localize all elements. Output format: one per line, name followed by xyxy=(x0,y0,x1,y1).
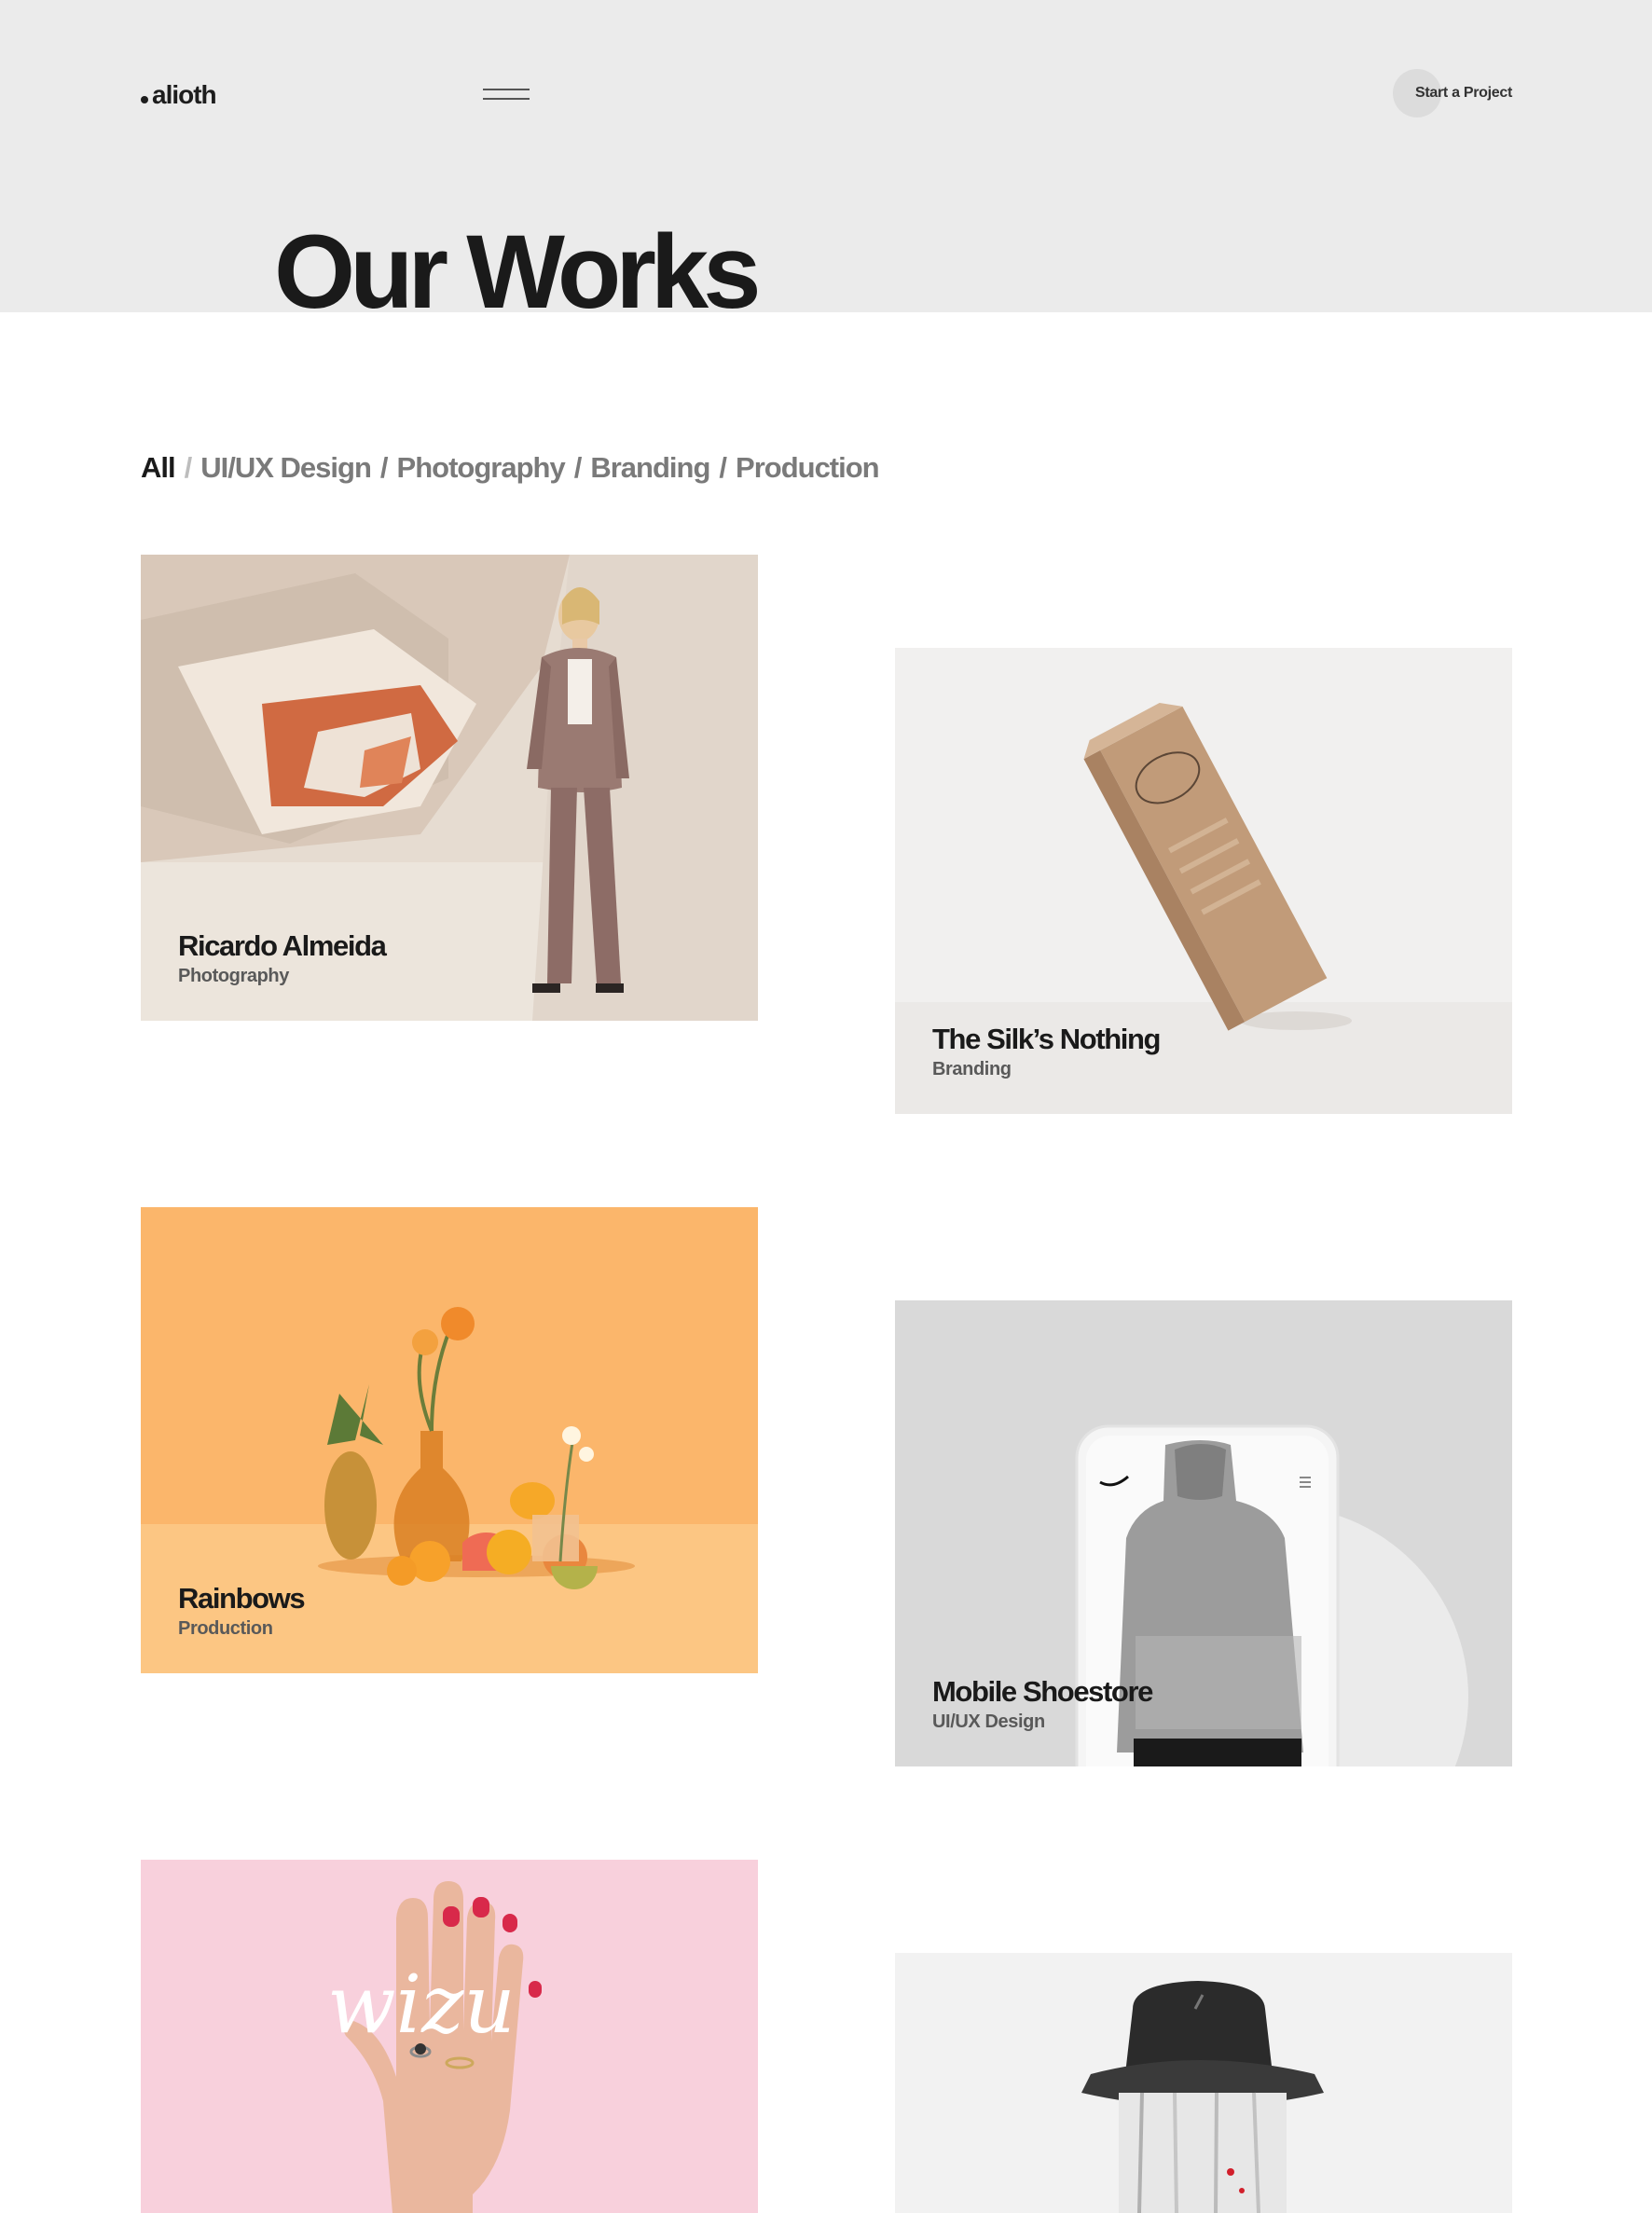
cta-label: Start a Project xyxy=(1415,85,1512,101)
work-caption: Mobile Shoestore UI/UX Design xyxy=(932,1674,1153,1733)
logo-text: alioth xyxy=(152,80,217,109)
logo[interactable]: alioth xyxy=(141,80,217,110)
hamburger-icon[interactable] xyxy=(483,86,530,104)
logo-dot xyxy=(141,96,148,103)
filter-separator: / xyxy=(719,451,727,484)
work-card-rainbows[interactable]: Rainbows Production xyxy=(141,1207,758,1673)
work-title: The Silk’s Nothing xyxy=(932,1022,1161,1055)
filter-bar: All / UI/UX Design / Photography / Brand… xyxy=(141,451,880,485)
filter-separator: / xyxy=(379,451,389,484)
page-title: Our Works xyxy=(274,213,761,330)
filter-separator: / xyxy=(184,451,193,484)
filter-uiux[interactable]: UI/UX Design xyxy=(200,451,372,485)
work-title: Rainbows xyxy=(178,1581,306,1615)
menu-line xyxy=(483,98,530,100)
work-card-hat[interactable] xyxy=(895,1953,1512,2213)
work-caption: The Silk’s Nothing Branding xyxy=(932,1022,1161,1080)
work-title: Ricardo Almeida xyxy=(178,928,387,962)
menu-line xyxy=(483,89,530,90)
start-project-button[interactable]: Start a Project xyxy=(1393,69,1512,117)
work-image-hand: wizu xyxy=(141,1860,758,2213)
work-caption: Ricardo Almeida Photography xyxy=(178,928,387,987)
work-category: Photography xyxy=(178,966,289,986)
work-category: Production xyxy=(178,1618,273,1639)
filter-production[interactable]: Production xyxy=(736,451,880,485)
work-image-hat xyxy=(895,1953,1512,2213)
work-caption: Rainbows Production xyxy=(178,1581,306,1640)
filter-all[interactable]: All xyxy=(141,451,176,485)
wizu-script: wizu xyxy=(327,1959,516,2052)
hero-band xyxy=(0,0,1652,312)
work-category: Branding xyxy=(932,1059,1012,1079)
work-card-silks-nothing[interactable]: The Silk’s Nothing Branding xyxy=(895,648,1512,1114)
work-card-wizu[interactable]: wizu xyxy=(141,1860,758,2213)
work-category: UI/UX Design xyxy=(932,1711,1045,1732)
work-title: Mobile Shoestore xyxy=(932,1674,1153,1708)
filter-branding[interactable]: Branding xyxy=(590,451,710,485)
work-card-mobile-shoestore[interactable]: Mobile Shoestore UI/UX Design xyxy=(895,1300,1512,1766)
filter-photography[interactable]: Photography xyxy=(397,451,566,485)
work-card-ricardo-almeida[interactable]: Ricardo Almeida Photography xyxy=(141,555,758,1021)
filter-separator: / xyxy=(573,451,583,484)
